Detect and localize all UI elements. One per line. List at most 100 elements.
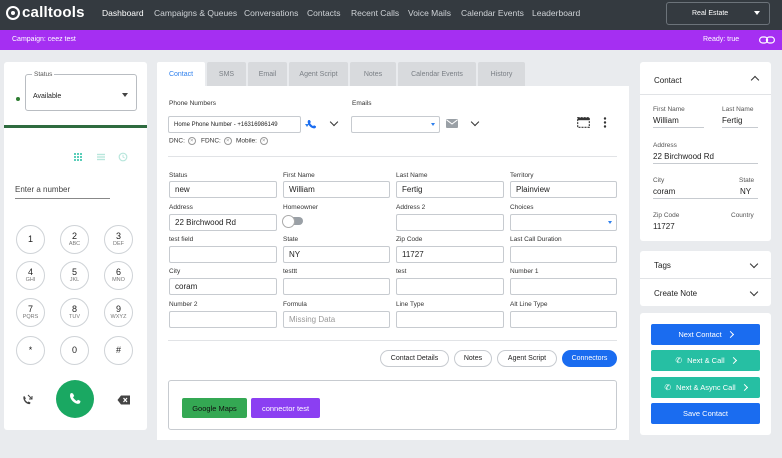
- tab-email[interactable]: Email: [248, 62, 287, 86]
- call-button[interactable]: [56, 380, 94, 418]
- homeowner-toggle[interactable]: [282, 215, 303, 228]
- last-call-duration-field[interactable]: [510, 246, 617, 263]
- number-input[interactable]: Enter a number: [15, 183, 110, 199]
- save-contact-button[interactable]: Save Contact: [651, 403, 760, 424]
- underline: [653, 198, 758, 199]
- nav-voice-mails[interactable]: Voice Mails: [408, 8, 451, 18]
- zip-field[interactable]: 11727: [396, 246, 504, 263]
- tab-calendar-events[interactable]: Calendar Events: [398, 62, 476, 86]
- chevron-down-icon[interactable]: [470, 117, 480, 127]
- tags-section[interactable]: Tags: [640, 251, 771, 278]
- testtt-field[interactable]: [283, 278, 390, 295]
- status-select[interactable]: Status Available: [25, 71, 137, 111]
- city-value: coram: [653, 187, 676, 196]
- number2-field[interactable]: [169, 311, 277, 328]
- close-icon[interactable]: ×: [223, 137, 232, 145]
- nav-recent-calls[interactable]: Recent Calls: [351, 8, 399, 18]
- next-contact-button[interactable]: Next Contact: [651, 324, 760, 345]
- tab-agent-script[interactable]: Agent Script: [289, 62, 348, 86]
- last-name-value: Fertig: [722, 116, 743, 125]
- first-name-field[interactable]: William: [283, 181, 390, 198]
- phone-icon: ✆: [675, 356, 683, 365]
- test-field[interactable]: [396, 278, 504, 295]
- status-indicator: [16, 97, 20, 101]
- dialpad-key-4[interactable]: 4 GHI: [16, 261, 45, 290]
- connector-test-button[interactable]: connector test: [251, 398, 320, 418]
- test-label: test: [396, 268, 407, 275]
- next-and-call-button[interactable]: ✆ Next & Call: [651, 350, 760, 371]
- expand-icon[interactable]: [577, 117, 590, 128]
- dialpad-key-0[interactable]: 0: [60, 336, 89, 365]
- email-select[interactable]: [351, 116, 440, 133]
- dialpad-key-8[interactable]: 8 TUV: [60, 298, 89, 327]
- territory-field[interactable]: Plainview: [510, 181, 617, 198]
- dialpad-key-hash[interactable]: #: [104, 336, 133, 365]
- tab-history[interactable]: History: [478, 62, 525, 86]
- dialpad-key-1[interactable]: 1: [16, 225, 45, 254]
- state-field[interactable]: NY: [283, 246, 390, 263]
- dialpad-key-star[interactable]: *: [16, 336, 45, 365]
- nav-campaigns-queues[interactable]: Campaigns & Queues: [154, 8, 237, 18]
- dialpad-key-9[interactable]: 9 WXYZ: [104, 298, 133, 327]
- nav-calendar-events[interactable]: Calendar Events: [461, 8, 524, 18]
- address2-field[interactable]: [396, 214, 504, 231]
- chevron-down-icon[interactable]: [329, 117, 339, 127]
- google-maps-button[interactable]: Google Maps: [182, 398, 247, 418]
- history-icon[interactable]: [118, 152, 128, 162]
- zip-label: Zip Code: [396, 236, 423, 243]
- phone-icon[interactable]: [306, 119, 317, 130]
- country-label: Country: [731, 212, 754, 219]
- last-name-field[interactable]: Fertig: [396, 181, 504, 198]
- dialpad-key-3[interactable]: 3 DEF: [104, 225, 133, 254]
- tab-sms[interactable]: SMS: [207, 62, 246, 86]
- close-icon[interactable]: ×: [259, 137, 268, 145]
- connectors-button[interactable]: Connectors: [562, 350, 617, 367]
- dialpad-key-5[interactable]: 5 JKL: [60, 261, 89, 290]
- notes-button[interactable]: Notes: [454, 350, 492, 367]
- status-field[interactable]: new: [169, 181, 277, 198]
- transfer-call-icon[interactable]: [21, 394, 33, 406]
- alt-line-type-field[interactable]: [510, 311, 617, 328]
- dialpad-key-2[interactable]: 2 ABC: [60, 225, 89, 254]
- brand-logo[interactable]: calltools: [6, 4, 85, 21]
- mobile-flag: Mobile: ×: [236, 137, 268, 145]
- mail-icon[interactable]: [446, 119, 458, 128]
- tab-notes[interactable]: Notes: [350, 62, 396, 86]
- contact-details-button[interactable]: Contact Details: [380, 350, 449, 367]
- list-icon[interactable]: [96, 152, 106, 162]
- test-field-input[interactable]: [169, 246, 277, 263]
- phone-number-select[interactable]: Home Phone Number - +16316986149: [168, 116, 309, 133]
- more-options-icon[interactable]: [603, 117, 607, 128]
- chevron-down-icon: [749, 259, 759, 269]
- ready-status: Ready: true: [703, 36, 740, 43]
- number1-field[interactable]: [510, 278, 617, 295]
- top-nav: calltools Dashboard Campaigns & Queues C…: [0, 0, 782, 30]
- link-icon[interactable]: [759, 36, 775, 44]
- account-select[interactable]: Real Estate: [666, 2, 770, 25]
- create-note-section[interactable]: Create Note: [640, 279, 771, 306]
- choices-select[interactable]: [510, 214, 617, 231]
- dialpad-key-6[interactable]: 6 MNO: [104, 261, 133, 290]
- chevron-up-icon[interactable]: [750, 75, 760, 85]
- chevron-down-icon: [431, 123, 435, 126]
- line-type-field[interactable]: [396, 311, 504, 328]
- emails-label: Emails: [352, 100, 372, 107]
- close-icon[interactable]: ×: [187, 137, 196, 145]
- dialpad-icon[interactable]: [73, 152, 83, 162]
- state-label: State: [283, 236, 299, 243]
- nav-leaderboard[interactable]: Leaderboard: [532, 8, 580, 18]
- campaign-bar: Campaign: ceez test Ready: true: [0, 30, 782, 50]
- nav-conversations[interactable]: Conversations: [244, 8, 298, 18]
- next-and-async-call-button[interactable]: ✆ Next & Async Call: [651, 377, 760, 398]
- nav-dashboard[interactable]: Dashboard: [102, 8, 144, 18]
- agent-script-button[interactable]: Agent Script: [497, 350, 557, 367]
- backspace-icon[interactable]: [117, 395, 131, 405]
- address-field[interactable]: 22 Birchwood Rd: [169, 214, 277, 231]
- city-field[interactable]: coram: [169, 278, 277, 295]
- contact-form: Phone Numbers Home Phone Number - +16316…: [157, 86, 629, 440]
- formula-field[interactable]: Missing Data: [283, 311, 390, 328]
- tab-contact[interactable]: Contact: [157, 62, 205, 86]
- nav-contacts[interactable]: Contacts: [307, 8, 341, 18]
- contact-tabs: Contact SMS Email Agent Script Notes Cal…: [157, 62, 527, 86]
- dialpad-key-7[interactable]: 7 PQRS: [16, 298, 45, 327]
